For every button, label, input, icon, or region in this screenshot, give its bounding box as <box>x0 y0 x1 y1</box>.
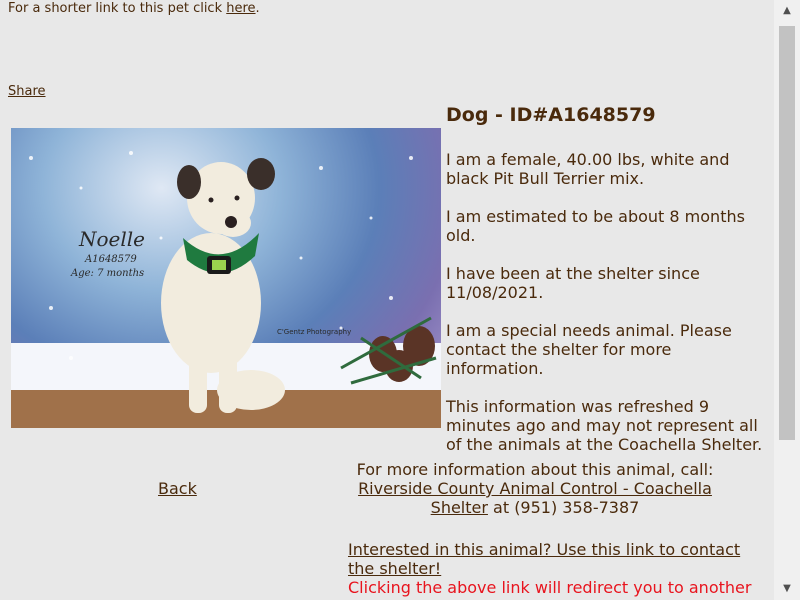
detail-intake-date: I have been at the shelter since 11/08/2… <box>446 264 700 302</box>
pet-details: I am a female, 40.00 lbs, white and blac… <box>446 150 768 473</box>
photo-pet-name: Noelle <box>78 227 145 251</box>
pet-photo: Noelle A1648579 Age: 7 months C'Gentz Ph… <box>11 128 441 428</box>
photo-pet-age: Age: 7 months <box>70 268 144 279</box>
vertical-scrollbar[interactable]: ▲ ▼ <box>774 0 800 600</box>
detail-description: I am a female, 40.00 lbs, white and blac… <box>446 150 730 188</box>
contact-shelter-link[interactable]: Interested in this animal? Use this link… <box>348 540 758 578</box>
detail-refresh-note: This information was refreshed 9 minutes… <box>446 397 763 454</box>
page-title: Dog - ID#A1648579 <box>446 104 656 126</box>
scroll-thumb[interactable] <box>779 26 795 440</box>
scroll-up-icon[interactable]: ▲ <box>774 0 800 22</box>
back-link[interactable]: Back <box>158 479 197 498</box>
photo-pet-id: A1648579 <box>84 254 137 265</box>
detail-special-needs: I am a special needs animal. Please cont… <box>446 321 732 378</box>
detail-age: I am estimated to be about 8 months old. <box>446 207 745 245</box>
shelter-phone: (951) 358-7387 <box>514 498 640 517</box>
short-link[interactable]: here <box>226 1 255 16</box>
short-link-line: For a shorter link to this pet click her… <box>8 1 260 16</box>
short-link-suffix: . <box>255 1 260 16</box>
pet-photo-art: Noelle A1648579 Age: 7 months C'Gentz Ph… <box>11 151 441 428</box>
redirect-warning: Clicking the above link will redirect yo… <box>348 578 752 597</box>
short-link-text: For a shorter link to this pet click <box>8 1 227 16</box>
contact-info: For more information about this animal, … <box>346 460 724 517</box>
phone-prefix: at <box>487 498 515 517</box>
scroll-down-icon[interactable]: ▼ <box>774 578 800 600</box>
photo-credit: C'Gentz Photography <box>277 328 351 336</box>
share-link[interactable]: Share <box>8 84 46 99</box>
contact-intro: For more information about this animal, … <box>356 460 714 479</box>
